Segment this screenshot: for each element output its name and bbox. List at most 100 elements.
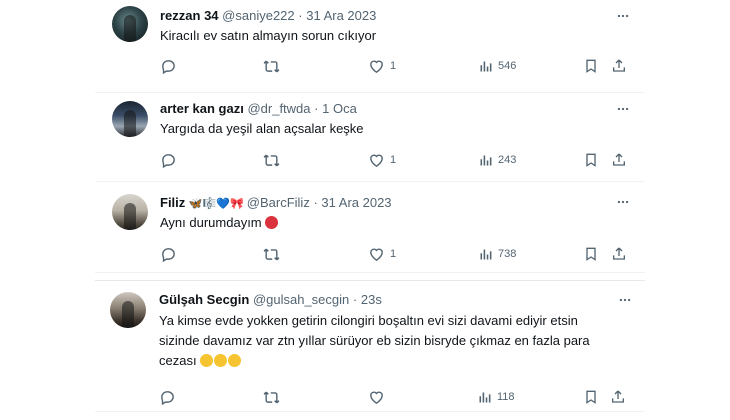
bookmark-button[interactable] bbox=[583, 244, 599, 264]
avatar-figure bbox=[124, 203, 136, 230]
bookmark-button[interactable] bbox=[583, 150, 599, 170]
views-icon bbox=[477, 390, 492, 405]
avatar[interactable] bbox=[110, 292, 146, 328]
tweet-text: Kiracılı ev satın almayın sorun cıkıyor bbox=[160, 28, 377, 43]
timestamp[interactable]: 31 Ara 2023 bbox=[306, 8, 376, 23]
share-icon bbox=[611, 152, 627, 168]
retweet-button[interactable] bbox=[263, 150, 280, 170]
avatar[interactable] bbox=[112, 194, 148, 230]
views-icon bbox=[478, 247, 493, 262]
like-count: 1 bbox=[390, 60, 397, 72]
views-button[interactable]: 738 bbox=[478, 244, 516, 264]
reply-button[interactable] bbox=[159, 387, 176, 407]
more-button[interactable] bbox=[613, 8, 633, 24]
avatar-figure bbox=[124, 15, 136, 42]
separator: · bbox=[298, 8, 303, 23]
more-icon bbox=[616, 9, 630, 23]
angry-face-emoji bbox=[265, 216, 279, 229]
bookmark-icon bbox=[583, 389, 599, 405]
user-handle[interactable]: @saniye222 bbox=[222, 8, 294, 23]
heart-icon bbox=[368, 389, 385, 406]
tweet[interactable]: arter kan gazı @dr_ftwda · 1 Oca Yargıda… bbox=[95, 93, 645, 182]
heart-icon bbox=[368, 152, 385, 169]
tweet-header: rezzan 34 @saniye222 · 31 Ara 2023 bbox=[160, 8, 376, 24]
more-button[interactable] bbox=[613, 194, 633, 210]
bookmark-icon bbox=[583, 152, 599, 168]
avatar[interactable] bbox=[112, 101, 148, 137]
heart-icon bbox=[368, 58, 385, 75]
reply-icon bbox=[160, 58, 177, 75]
action-bar: 1 243 bbox=[160, 150, 630, 170]
user-handle[interactable]: @dr_ftwda bbox=[247, 101, 310, 116]
share-button[interactable] bbox=[611, 244, 627, 264]
separator: · bbox=[352, 292, 358, 307]
views-button[interactable]: 243 bbox=[478, 150, 516, 170]
timestamp[interactable]: 23s bbox=[361, 292, 382, 307]
user-handle[interactable]: @gulsah_secgin bbox=[253, 292, 349, 307]
views-button[interactable]: 546 bbox=[478, 56, 516, 76]
reply-icon bbox=[159, 389, 176, 406]
action-bar: 118 bbox=[159, 387, 629, 407]
reply-button[interactable] bbox=[160, 244, 177, 264]
avatar[interactable] bbox=[112, 6, 148, 42]
reply-icon bbox=[160, 246, 177, 263]
tweet-text-line: cezası bbox=[159, 353, 197, 368]
view-count: 118 bbox=[497, 391, 515, 403]
tweet-text: Yargıda da yeşil alan açsalar keşke bbox=[160, 121, 364, 136]
share-button[interactable] bbox=[611, 150, 627, 170]
grinning-sweat-emoji bbox=[228, 354, 242, 367]
red-ribbon-emoji: 🎀 bbox=[230, 198, 244, 210]
share-button[interactable] bbox=[610, 387, 626, 407]
retweet-button[interactable] bbox=[263, 56, 280, 76]
name-emojis: 🦋🎼💙🎀 bbox=[189, 198, 247, 210]
tweet[interactable]: Filiz 🦋🎼💙🎀 @BarcFiliz · 31 Ara 2023 Aynı… bbox=[95, 182, 645, 273]
display-name[interactable]: Gülşah Secgin bbox=[159, 292, 249, 307]
like-button[interactable]: 1 bbox=[368, 56, 396, 76]
blue-heart-emoji: 💙 bbox=[216, 198, 231, 210]
tweet[interactable]: rezzan 34 @saniye222 · 31 Ara 2023 Kirac… bbox=[95, 0, 645, 93]
music-score-emoji: 🎼 bbox=[202, 198, 217, 210]
views-icon bbox=[478, 59, 493, 74]
share-icon bbox=[610, 389, 626, 405]
reply-button[interactable] bbox=[160, 56, 177, 76]
retweet-icon bbox=[263, 152, 280, 169]
retweet-button[interactable] bbox=[263, 387, 280, 407]
tweet[interactable]: Gülşah Secgin @gulsah_secgin · 23s Ya ki… bbox=[95, 280, 645, 412]
avatar-figure bbox=[122, 301, 134, 328]
grinning-sweat-emoji bbox=[214, 354, 228, 367]
bookmark-button[interactable] bbox=[583, 387, 599, 407]
more-icon bbox=[618, 293, 632, 307]
bookmark-icon bbox=[583, 246, 599, 262]
more-button[interactable] bbox=[613, 101, 633, 117]
tweet-text-line: Ya kimse evde yokken getirin cilongiri b… bbox=[159, 313, 578, 328]
tweet-header: Filiz 🦋🎼💙🎀 @BarcFiliz · 31 Ara 2023 bbox=[160, 195, 392, 212]
display-name[interactable]: rezzan 34 bbox=[160, 8, 219, 23]
bookmark-button[interactable] bbox=[583, 56, 599, 76]
more-icon bbox=[616, 195, 630, 209]
reply-button[interactable] bbox=[160, 150, 177, 170]
retweet-icon bbox=[263, 389, 280, 406]
views-button[interactable]: 118 bbox=[477, 387, 515, 407]
tweet-text-line: sizinde davamız var ztn yıllar sürüyor e… bbox=[159, 333, 590, 348]
bookmark-icon bbox=[583, 58, 599, 74]
separator: · bbox=[314, 101, 319, 116]
heart-icon bbox=[368, 246, 385, 263]
views-icon bbox=[478, 153, 493, 168]
butterfly-emoji: 🦋 bbox=[188, 198, 203, 210]
separator: · bbox=[313, 195, 318, 210]
share-icon bbox=[611, 58, 627, 74]
like-button[interactable] bbox=[368, 387, 390, 407]
display-name[interactable]: Filiz bbox=[160, 195, 185, 210]
like-button[interactable]: 1 bbox=[368, 244, 396, 264]
timestamp[interactable]: 1 Oca bbox=[322, 101, 357, 116]
user-handle[interactable]: @BarcFiliz bbox=[247, 195, 310, 210]
timestamp[interactable]: 31 Ara 2023 bbox=[321, 195, 391, 210]
share-button[interactable] bbox=[611, 56, 627, 76]
more-button[interactable] bbox=[615, 292, 635, 308]
like-button[interactable]: 1 bbox=[368, 150, 396, 170]
reply-icon bbox=[160, 152, 177, 169]
retweet-button[interactable] bbox=[263, 244, 280, 264]
tweet-text-line-3: cezası bbox=[159, 351, 639, 371]
grinning-sweat-emoji bbox=[200, 354, 214, 367]
display-name[interactable]: arter kan gazı bbox=[160, 101, 244, 116]
